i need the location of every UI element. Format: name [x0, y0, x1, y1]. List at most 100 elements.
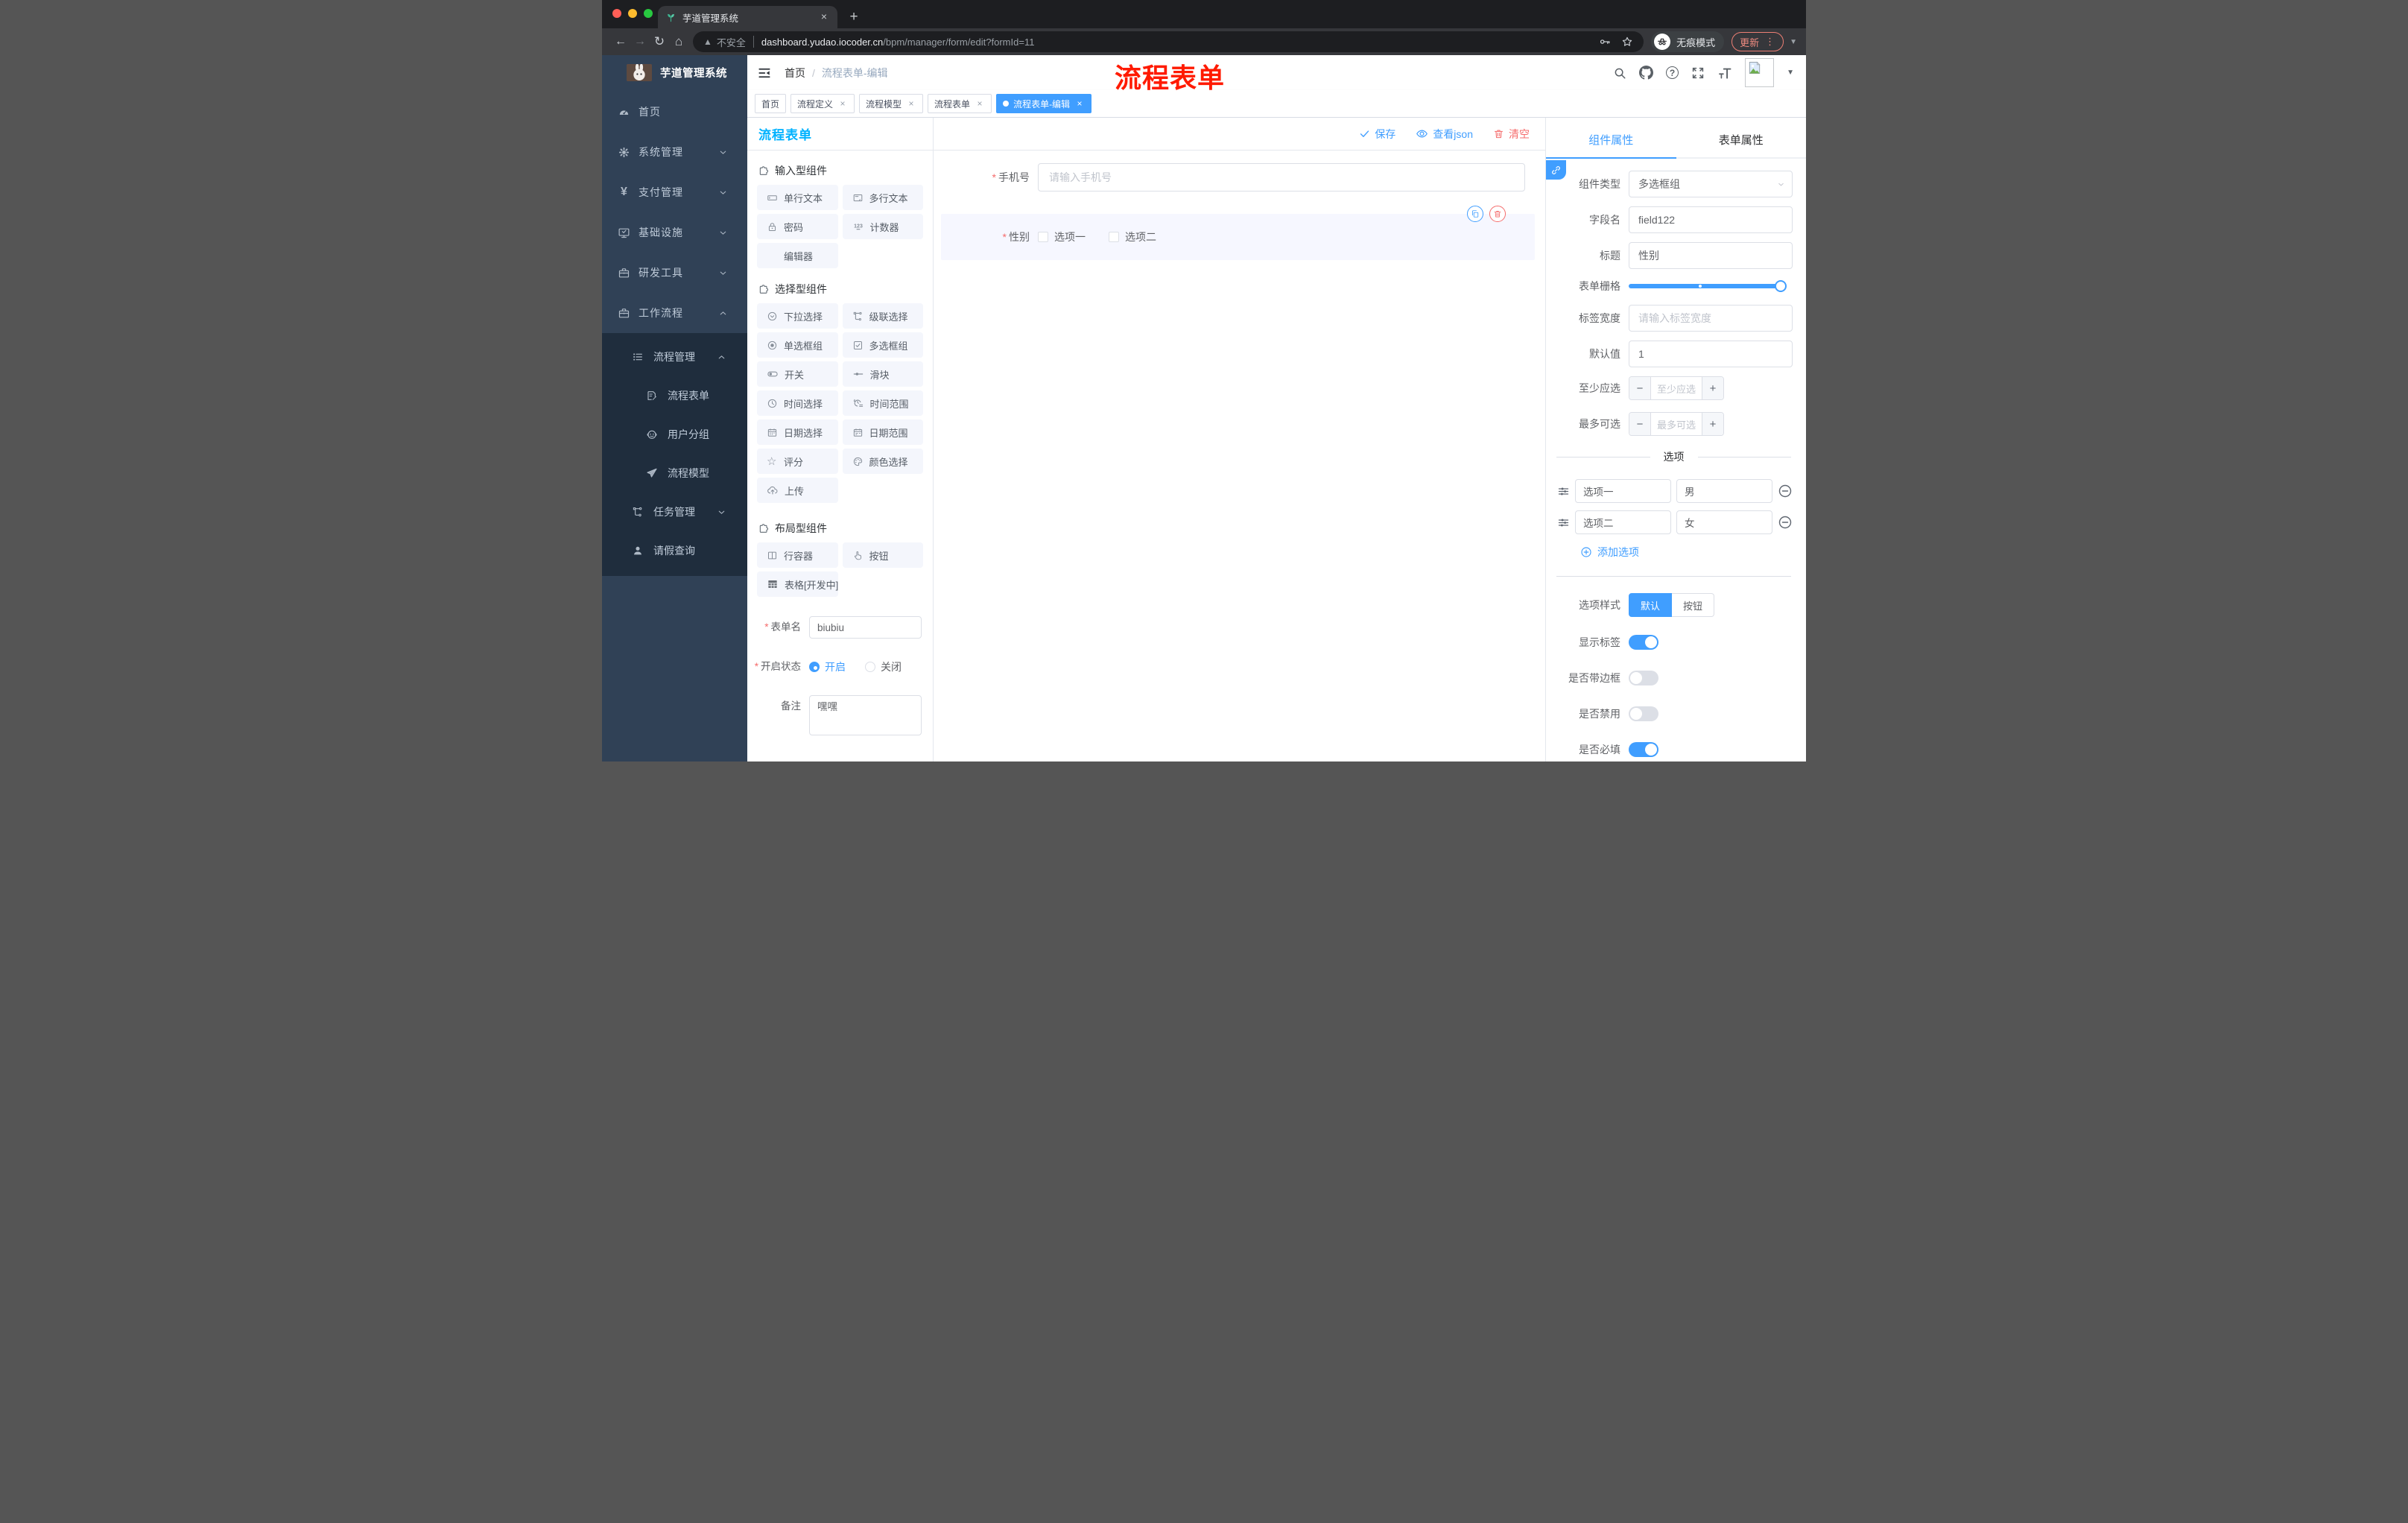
component-chip-time-picker[interactable]: 时间选择	[757, 390, 838, 416]
form-name-input[interactable]	[809, 616, 922, 639]
link-tag-button[interactable]	[1546, 160, 1566, 180]
drag-handle-icon[interactable]	[1557, 485, 1570, 498]
component-chip-editor[interactable]: 编辑器	[757, 243, 838, 268]
component-chip-checkbox-group[interactable]: 多选框组	[842, 332, 923, 358]
gender-option-1-checkbox[interactable]: 选项一	[1038, 229, 1086, 244]
view-json-button[interactable]: 查看json	[1416, 127, 1473, 142]
password-key-icon[interactable]	[1599, 36, 1611, 48]
component-chip-date-picker[interactable]: 日期选择	[757, 419, 838, 445]
tag-process-model[interactable]: 流程模型 ×	[859, 94, 924, 113]
avatar-caret-icon[interactable]: ▼	[1787, 69, 1794, 77]
option-1-label-input[interactable]	[1575, 479, 1671, 503]
address-bar[interactable]: ▲ 不安全 dashboard.yudao.iocoder.cn /bpm/ma…	[693, 31, 1644, 52]
phone-input[interactable]	[1038, 163, 1525, 191]
sidebar-item-system[interactable]: 系统管理	[602, 132, 747, 172]
component-chip-counter[interactable]: 计数器	[842, 214, 923, 239]
tag-process-form-edit[interactable]: 流程表单-编辑 ×	[996, 94, 1092, 113]
avatar[interactable]	[1745, 58, 1775, 87]
component-type-select[interactable]: 多选框组	[1629, 171, 1793, 197]
title-input[interactable]	[1629, 242, 1793, 269]
form-grid-slider[interactable]	[1629, 280, 1787, 292]
sidebar-item-infra[interactable]: 基础设施	[602, 212, 747, 253]
sidebar-item-devtools[interactable]: 研发工具	[602, 253, 747, 293]
tag-process-form[interactable]: 流程表单 ×	[928, 94, 992, 113]
component-chip-password[interactable]: 密码	[757, 214, 838, 239]
sidebar-item-process-mgmt[interactable]: 流程管理	[602, 338, 747, 376]
help-icon[interactable]: ?	[1666, 66, 1679, 79]
component-chip-table[interactable]: 表格[开发中]	[757, 571, 838, 597]
required-toggle[interactable]	[1629, 742, 1658, 757]
browser-tab[interactable]: 芋道管理系统 ×	[658, 6, 837, 28]
option-2-value-input[interactable]	[1676, 510, 1772, 534]
tab-form-props[interactable]: 表单属性	[1676, 132, 1807, 157]
component-chip-button[interactable]: 按钮	[842, 542, 923, 568]
gender-option-2-checkbox[interactable]: 选项二	[1109, 229, 1156, 244]
component-chip-row-container[interactable]: 行容器	[757, 542, 838, 568]
stepper-decrease-button[interactable]: −	[1629, 377, 1651, 399]
component-chip-single-text[interactable]: 单行文本	[757, 185, 838, 210]
sidebar-item-task-mgmt[interactable]: 任务管理	[602, 493, 747, 531]
back-icon[interactable]: ←	[611, 35, 630, 48]
component-chip-radio-group[interactable]: 单选框组	[757, 332, 838, 358]
sidebar-logo[interactable]: 芋道管理系统	[602, 55, 747, 90]
stepper-increase-button[interactable]: +	[1702, 377, 1723, 399]
breadcrumb-home[interactable]: 首页	[785, 66, 805, 80]
github-icon[interactable]	[1639, 66, 1653, 80]
browser-update-button[interactable]: 更新 ⋮	[1731, 32, 1784, 51]
component-chip-color-picker[interactable]: 颜色选择	[842, 449, 923, 474]
show-label-toggle[interactable]	[1629, 635, 1658, 650]
sidebar-item-payment[interactable]: ¥ 支付管理	[602, 172, 747, 212]
fullscreen-icon[interactable]	[1691, 66, 1705, 80]
delete-component-button[interactable]	[1489, 206, 1506, 222]
bookmark-star-icon[interactable]	[1621, 36, 1633, 48]
clear-button[interactable]: 清空	[1493, 127, 1530, 142]
gender-field-block-selected[interactable]: * 性别 选项一 选项二	[941, 206, 1535, 260]
window-close-button[interactable]	[612, 9, 621, 18]
save-button[interactable]: 保存	[1359, 127, 1395, 142]
home-icon[interactable]: ⌂	[669, 34, 688, 49]
status-radio-on[interactable]: 开启	[809, 659, 846, 674]
stepper-value[interactable]: 至少应选	[1651, 377, 1702, 399]
stepper-value[interactable]: 最多可选	[1651, 413, 1702, 435]
tag-close-icon[interactable]: ×	[906, 98, 916, 109]
component-chip-time-range[interactable]: 时间范围	[842, 390, 923, 416]
add-option-button[interactable]: 添加选项	[1580, 545, 1793, 560]
copy-component-button[interactable]	[1467, 206, 1483, 222]
tag-close-icon[interactable]: ×	[837, 98, 848, 109]
phone-field-row[interactable]: * 手机号	[941, 163, 1535, 191]
window-minimize-button[interactable]	[628, 9, 637, 18]
style-default-button[interactable]: 默认	[1629, 593, 1673, 617]
sidebar-item-process-model[interactable]: 流程模型	[602, 454, 747, 493]
sidebar-item-leave-query[interactable]: 请假查询	[602, 531, 747, 570]
sidebar-item-user-group[interactable]: 用户分组	[602, 415, 747, 454]
border-toggle[interactable]	[1629, 671, 1658, 685]
component-chip-cascader[interactable]: 级联选择	[842, 303, 923, 329]
tag-close-icon[interactable]: ×	[975, 98, 985, 109]
status-radio-off[interactable]: 关闭	[865, 659, 902, 674]
style-button-button[interactable]: 按钮	[1672, 593, 1715, 617]
forward-icon[interactable]: →	[630, 35, 650, 48]
default-value-input[interactable]	[1629, 341, 1793, 367]
sidebar-item-workflow[interactable]: 工作流程	[602, 293, 747, 333]
search-icon[interactable]	[1613, 66, 1626, 80]
font-size-icon[interactable]	[1717, 66, 1732, 80]
component-chip-switch[interactable]: 开关	[757, 361, 838, 387]
sidebar-item-home[interactable]: 首页	[602, 92, 747, 132]
slider-handle[interactable]	[1775, 280, 1787, 292]
component-chip-date-range[interactable]: 日期范围	[842, 419, 923, 445]
tab-component-props[interactable]: 组件属性	[1546, 132, 1676, 159]
window-zoom-button[interactable]	[644, 9, 653, 18]
component-chip-slider[interactable]: 滑块	[842, 361, 923, 387]
component-chip-dropdown[interactable]: 下拉选择	[757, 303, 838, 329]
new-tab-button[interactable]: +	[845, 9, 863, 27]
tag-home[interactable]: 首页	[755, 94, 787, 113]
disabled-toggle[interactable]	[1629, 706, 1658, 721]
tag-close-icon[interactable]: ×	[1074, 98, 1085, 109]
sidebar-item-process-form[interactable]: 流程表单	[602, 376, 747, 415]
tag-process-definition[interactable]: 流程定义 ×	[790, 94, 855, 113]
field-name-input[interactable]	[1629, 206, 1793, 233]
toolbar-caret-icon[interactable]: ▼	[1790, 38, 1797, 46]
component-chip-multi-text[interactable]: 多行文本	[842, 185, 923, 210]
remove-option-button[interactable]	[1778, 484, 1793, 498]
form-remark-textarea[interactable]: 嘿嘿	[809, 695, 922, 735]
